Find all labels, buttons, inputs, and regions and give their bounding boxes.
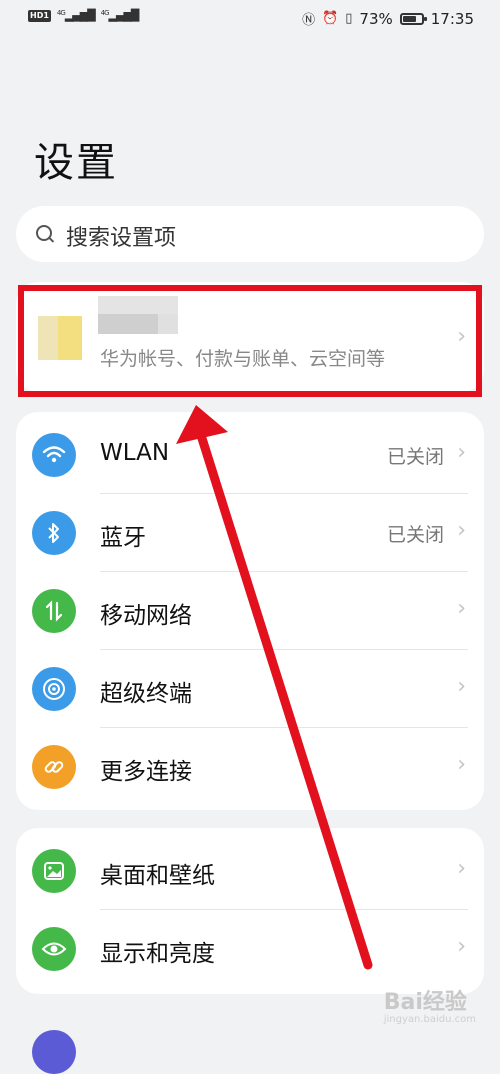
- setting-row-mobile-network[interactable]: 移动网络 ›: [16, 572, 484, 650]
- chevron-right-icon: ›: [457, 440, 466, 465]
- setting-label: 蓝牙: [100, 525, 146, 551]
- settings-group-display: 桌面和壁纸 › 显示和亮度 ›: [16, 828, 484, 994]
- bluetooth-icon: [32, 511, 76, 555]
- highlight-box: [18, 285, 482, 397]
- battery-fill: [402, 15, 416, 22]
- chevron-right-icon: ›: [457, 674, 466, 699]
- search-placeholder: 搜索设置项: [66, 226, 177, 251]
- setting-value: 已关闭: [386, 524, 444, 546]
- hd-badge: HD1: [28, 9, 51, 22]
- signal-icon-2: 4G▂▄▆█: [100, 9, 140, 22]
- setting-label: 移动网络: [100, 603, 192, 629]
- status-bar: HD1 4G▂▄▆█ 4G▂▄▆█ Ⓝ ⏰ ▯ 73% 17:35: [0, 0, 500, 40]
- vibrate-icon: ▯: [345, 11, 353, 26]
- setting-row-super-terminal[interactable]: 超级终端 ›: [16, 650, 484, 728]
- setting-label: WLAN: [100, 440, 170, 466]
- mobile-network-icon: [32, 589, 76, 633]
- watermark: Bai经验 jingyan.baidu.com: [384, 984, 476, 1025]
- chevron-right-icon: ›: [457, 752, 466, 777]
- battery-icon: [399, 12, 427, 25]
- settings-group-connectivity: WLAN 已关闭 › 蓝牙 已关闭 › 移动网络 › 超级终端 › 更多连接 ›: [16, 412, 484, 810]
- setting-label: 显示和亮度: [100, 941, 215, 967]
- chevron-right-icon: ›: [457, 596, 466, 621]
- status-bar-left: HD1 4G▂▄▆█ 4G▂▄▆█: [28, 9, 140, 22]
- setting-row-wallpaper[interactable]: 桌面和壁纸 ›: [16, 832, 484, 910]
- setting-row-bluetooth[interactable]: 蓝牙 已关闭 ›: [16, 494, 484, 572]
- setting-label: 桌面和壁纸: [100, 863, 215, 889]
- page-title: 设置: [34, 140, 118, 186]
- chevron-right-icon: ›: [457, 856, 466, 881]
- next-group-icon: [32, 1030, 76, 1074]
- alarm-icon: ⏰: [322, 11, 339, 26]
- watermark-brand: Bai经验: [383, 990, 467, 1015]
- wallpaper-icon: [32, 849, 76, 893]
- setting-value: 已关闭: [386, 446, 444, 468]
- signal-icon-1: 4G▂▄▆█: [56, 9, 96, 22]
- clock: 17:35: [430, 9, 474, 28]
- search-icon: [36, 225, 52, 241]
- nfc-icon: Ⓝ: [302, 13, 316, 28]
- setting-row-wlan[interactable]: WLAN 已关闭 ›: [16, 416, 484, 494]
- wifi-icon: [32, 433, 76, 477]
- setting-row-more-connections[interactable]: 更多连接 ›: [16, 728, 484, 806]
- super-terminal-icon: [32, 667, 76, 711]
- setting-row-display-brightness[interactable]: 显示和亮度 ›: [16, 910, 484, 988]
- setting-label: 超级终端: [100, 681, 192, 707]
- watermark-url: jingyan.baidu.com: [383, 1014, 476, 1025]
- setting-label: 更多连接: [100, 759, 192, 785]
- link-icon: [32, 745, 76, 789]
- chevron-right-icon: ›: [457, 518, 466, 543]
- eye-icon: [32, 927, 76, 971]
- chevron-right-icon: ›: [457, 934, 466, 959]
- battery-percent: 73%: [359, 9, 393, 28]
- status-bar-right: Ⓝ ⏰ ▯ 73% 17:35: [302, 9, 474, 29]
- search-bar[interactable]: 搜索设置项: [16, 206, 484, 262]
